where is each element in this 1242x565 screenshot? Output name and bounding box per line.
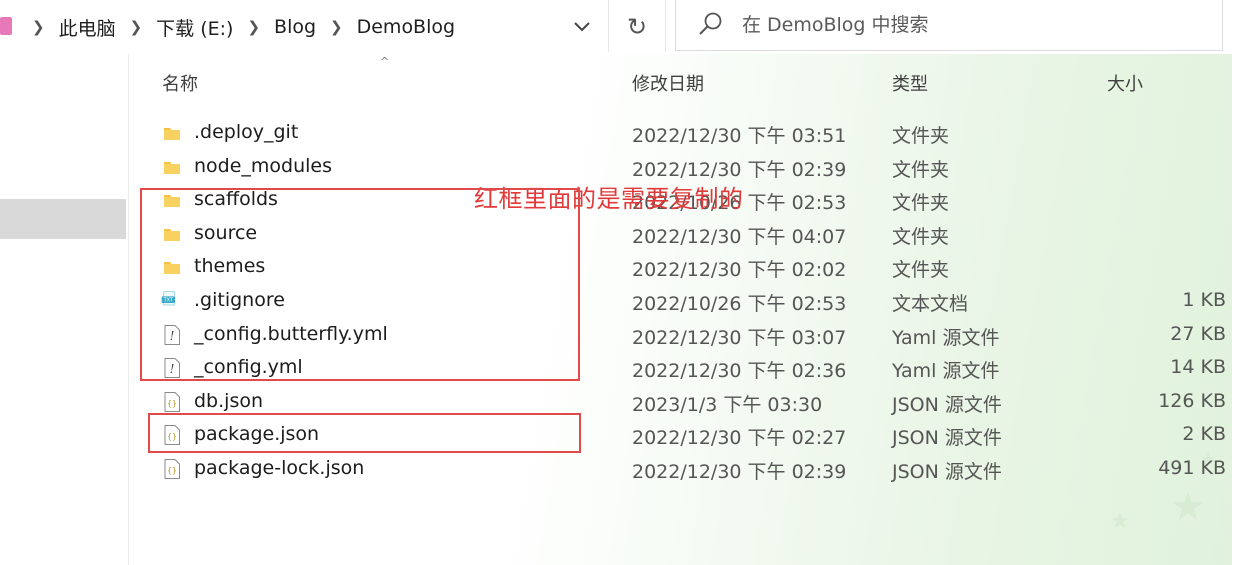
annotation-box-copy-group (140, 188, 580, 381)
search-icon (696, 10, 726, 40)
chevron-right-icon[interactable]: ❯ (32, 18, 53, 36)
breadcrumb[interactable]: ❯ 此电脑 ❯ 下载 (E:) ❯ Blog ❯ DemoBlog (32, 0, 461, 54)
file-type: 文件夹 (892, 125, 950, 147)
file-size: 2 KB (1182, 423, 1226, 446)
svg-text:{}: {} (167, 399, 177, 408)
column-header-row: ^ 名称 修改日期 类型 大小 (130, 54, 1232, 110)
file-size: 1 KB (1182, 289, 1226, 311)
refresh-button[interactable]: ↻ (611, 0, 663, 54)
breadcrumb-item[interactable]: 此电脑 (53, 14, 122, 41)
file-type: 文件夹 (892, 259, 950, 282)
sort-ascending-icon: ^ (380, 55, 390, 68)
column-header-date[interactable]: 修改日期 (632, 70, 704, 96)
file-size: 27 KB (1170, 322, 1226, 345)
file-type: JSON 源文件 (892, 461, 1002, 483)
toolbar-divider (608, 0, 609, 52)
file-type: Yaml 源文件 (892, 326, 1000, 349)
file-modified-date: 2022/10/26 下午 02:53 (632, 293, 847, 315)
file-type: Yaml 源文件 (892, 360, 1000, 383)
file-list[interactable]: ★ ★ ★ ^ 名称 修改日期 类型 大小 .deploy_git 2022/12… (130, 54, 1232, 565)
file-type: 文件夹 (892, 192, 950, 215)
chevron-right-icon[interactable]: ❯ (322, 18, 351, 36)
file-modified-date: 2022/12/30 下午 02:27 (632, 427, 847, 450)
file-row[interactable]: {} package-lock.json 2022/12/30 下午 02:39 JS… (130, 452, 1232, 486)
file-type: 文本文档 (892, 293, 969, 315)
svg-text:{}: {} (167, 466, 177, 475)
file-type: 文件夹 (892, 225, 950, 248)
file-modified-date: 2022/12/30 下午 03:07 (632, 326, 847, 349)
toolbar-divider (665, 0, 666, 52)
column-header-name[interactable]: 名称 (162, 70, 198, 96)
file-modified-date: 2022/12/30 下午 02:02 (632, 259, 847, 282)
file-name[interactable]: node_modules (194, 155, 332, 177)
file-modified-date: 2022/12/30 下午 04:07 (632, 225, 847, 248)
file-modified-date: 2022/12/30 下午 02:39 (632, 461, 847, 483)
chevron-right-icon[interactable]: ❯ (122, 18, 151, 36)
breadcrumb-item[interactable]: 下载 (E:) (150, 14, 239, 41)
column-header-size[interactable]: 大小 (1107, 70, 1143, 96)
file-type: JSON 源文件 (892, 393, 1002, 416)
file-modified-date: 2022/12/30 下午 02:36 (632, 360, 847, 383)
breadcrumb-item[interactable]: DemoBlog (351, 16, 461, 38)
file-modified-date: 2022/12/30 下午 02:39 (632, 158, 847, 181)
file-size: 126 KB (1158, 389, 1226, 412)
annotation-box-package-json (148, 413, 581, 453)
file-modified-date: 2023/1/3 下午 03:30 (632, 393, 823, 416)
file-name[interactable]: .deploy_git (194, 121, 298, 143)
refresh-icon: ↻ (626, 13, 648, 41)
search-input[interactable] (740, 13, 1184, 37)
file-name[interactable]: db.json (194, 390, 263, 412)
file-modified-date: 2022/12/30 下午 03:51 (632, 125, 847, 147)
column-header-type[interactable]: 类型 (892, 70, 928, 96)
file-name[interactable]: package-lock.json (194, 457, 364, 479)
address-toolbar: ❯ 此电脑 ❯ 下载 (E:) ❯ Blog ❯ DemoBlog ↻ (0, 0, 1242, 54)
file-row[interactable]: .deploy_git 2022/12/30 下午 03:51 文件夹 (130, 116, 1232, 150)
address-history-dropdown[interactable] (566, 0, 598, 54)
decorative-star: ★ (1110, 509, 1130, 534)
search-box[interactable] (675, 0, 1223, 51)
chevron-right-icon[interactable]: ❯ (239, 18, 268, 36)
chevron-down-icon (574, 22, 590, 32)
navigation-pane[interactable] (0, 54, 129, 565)
navigation-selected-item[interactable] (0, 199, 126, 239)
file-type: JSON 源文件 (892, 427, 1002, 450)
this-pc-icon (0, 17, 12, 35)
file-type: 文件夹 (892, 158, 950, 181)
breadcrumb-item[interactable]: Blog (268, 16, 322, 38)
file-size: 491 KB (1158, 457, 1226, 479)
decorative-star: ★ (1170, 484, 1206, 530)
file-size: 14 KB (1170, 356, 1226, 379)
